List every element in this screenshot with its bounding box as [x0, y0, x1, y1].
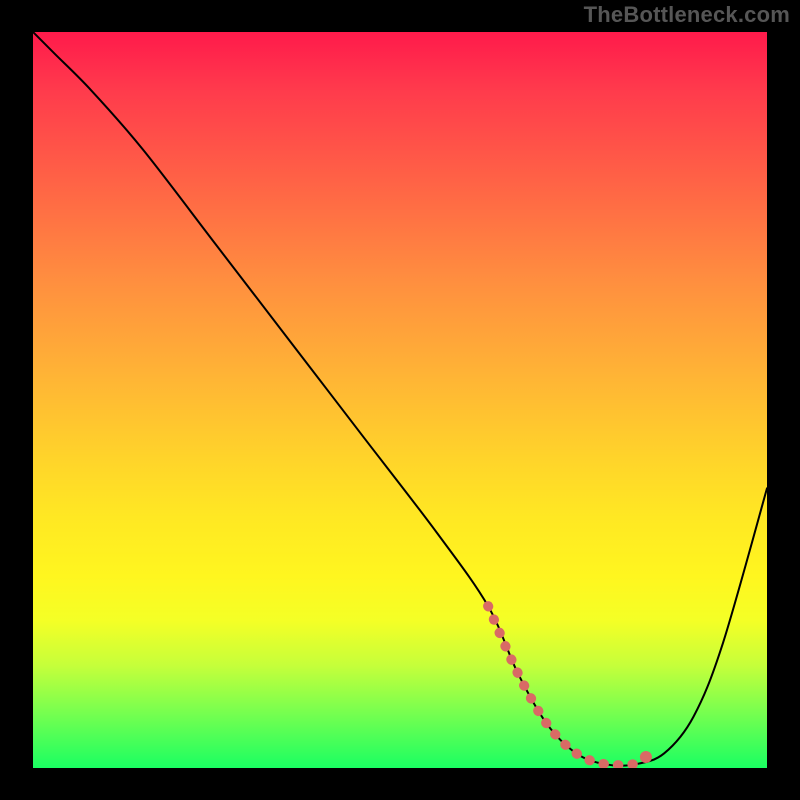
plot-area — [33, 32, 767, 768]
highlight-segment — [488, 606, 635, 765]
watermark-text: TheBottleneck.com — [584, 2, 790, 28]
highlight-dot — [640, 751, 652, 763]
chart-frame: TheBottleneck.com — [0, 0, 800, 800]
curve-svg — [33, 32, 767, 768]
bottleneck-curve — [33, 32, 767, 766]
